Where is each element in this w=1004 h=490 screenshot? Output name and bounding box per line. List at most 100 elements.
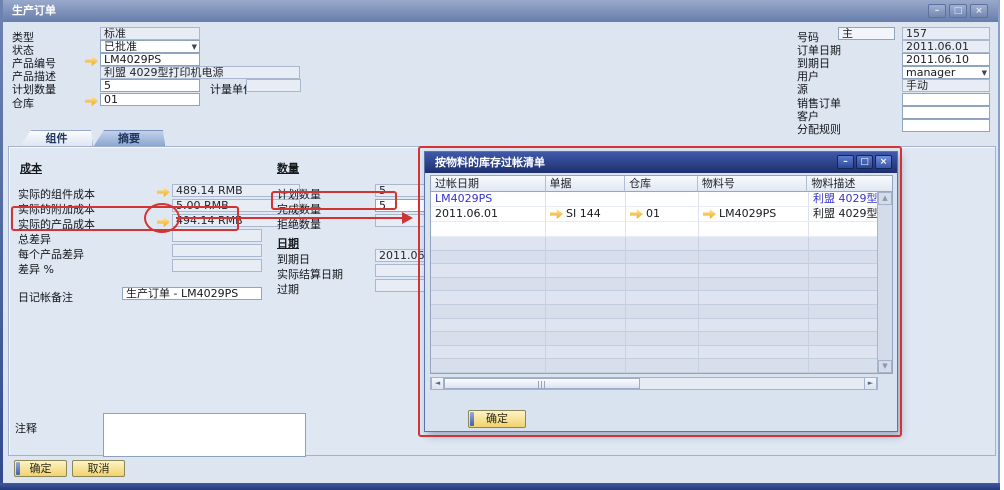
item-no-value: LM4029PS bbox=[719, 207, 776, 221]
due-date2-label: 到期日 bbox=[277, 251, 310, 267]
cell bbox=[431, 305, 546, 319]
minimize-icon[interactable]: – bbox=[928, 4, 946, 18]
cell bbox=[699, 291, 809, 305]
column-header[interactable]: 物料号 bbox=[698, 176, 808, 192]
cell bbox=[431, 332, 546, 346]
cell bbox=[431, 346, 546, 360]
product-no-field[interactable]: LM4029PS bbox=[100, 53, 200, 66]
actual-closing-date-field bbox=[375, 264, 425, 277]
restore-icon[interactable]: □ bbox=[949, 4, 967, 18]
number-value-field: 157 bbox=[902, 27, 990, 40]
total-variance-label: 总差异 bbox=[18, 231, 51, 247]
cell bbox=[809, 359, 879, 373]
cell bbox=[699, 192, 809, 207]
cell bbox=[699, 264, 809, 278]
chevron-down-icon[interactable]: ▼ bbox=[982, 69, 987, 78]
vertical-scrollbar[interactable]: ▲ ▼ bbox=[877, 192, 892, 373]
cell bbox=[546, 291, 626, 305]
due-date-field[interactable]: 2011.06.10 bbox=[902, 53, 990, 66]
table-row bbox=[431, 359, 892, 373]
cell bbox=[626, 291, 699, 305]
scroll-up-icon[interactable]: ▲ bbox=[878, 192, 892, 205]
cell bbox=[431, 291, 546, 305]
cancel-button[interactable]: 取消 bbox=[72, 460, 125, 477]
ok-button[interactable]: 确定 bbox=[14, 460, 67, 477]
link-arrow-icon[interactable] bbox=[703, 209, 716, 219]
total-variance-field bbox=[172, 229, 262, 242]
cell bbox=[431, 237, 546, 251]
horizontal-scrollbar[interactable]: ◄ ► bbox=[430, 377, 878, 390]
warehouse-field[interactable]: 01 bbox=[100, 93, 200, 106]
table-row[interactable] bbox=[431, 222, 892, 237]
due-date2-field: 2011.06.10 bbox=[375, 249, 425, 262]
cell bbox=[546, 237, 626, 251]
thumb-grip bbox=[538, 381, 546, 388]
column-header[interactable]: 仓库 bbox=[625, 176, 698, 192]
cell bbox=[699, 251, 809, 265]
table-row[interactable]: 2011.06.01 SI 144 01 LM4029PS 利盟 4029型打印… bbox=[431, 207, 892, 222]
cost-section-title: 成本 bbox=[20, 160, 42, 176]
cell bbox=[809, 264, 879, 278]
number-series-field[interactable]: 主 bbox=[838, 27, 895, 40]
journal-remark-label: 日记帐备注 bbox=[18, 289, 73, 305]
actual-additional-cost-label: 实际的附加成本 bbox=[18, 201, 95, 217]
chevron-down-icon[interactable]: ▼ bbox=[192, 43, 197, 52]
cell bbox=[546, 319, 626, 333]
scroll-down-icon[interactable]: ▼ bbox=[878, 360, 892, 373]
completed-quantity-field[interactable]: 5 bbox=[375, 199, 425, 212]
scrollbar-thumb[interactable] bbox=[444, 378, 640, 389]
cell bbox=[699, 237, 809, 251]
cell bbox=[699, 319, 809, 333]
source-field: 手动 bbox=[902, 79, 990, 92]
link-arrow-icon[interactable] bbox=[550, 209, 563, 219]
column-header[interactable]: 单据 bbox=[546, 176, 626, 192]
table-row bbox=[431, 319, 892, 333]
table-row bbox=[431, 305, 892, 319]
remarks-textarea[interactable] bbox=[103, 413, 306, 457]
document-cell: SI 144 bbox=[546, 207, 626, 222]
distribution-rule-field[interactable] bbox=[902, 119, 990, 132]
cell bbox=[626, 359, 699, 373]
variance-percent-field bbox=[172, 259, 262, 272]
cell bbox=[546, 359, 626, 373]
cell bbox=[626, 305, 699, 319]
cell bbox=[809, 332, 879, 346]
variance-percent-label: 差异 % bbox=[18, 261, 54, 277]
table-row bbox=[431, 251, 892, 265]
cell bbox=[626, 192, 699, 207]
cell bbox=[626, 264, 699, 278]
link-arrow-icon[interactable] bbox=[630, 209, 643, 219]
item-group-link[interactable]: LM4029PS bbox=[435, 192, 492, 206]
item-desc-cell: 利盟 4029型打印机电源 bbox=[809, 207, 879, 222]
table-row[interactable]: LM4029PS 利盟 4029型打印机电源 bbox=[431, 192, 892, 207]
cell bbox=[546, 305, 626, 319]
dialog-ok-button[interactable]: 确定 bbox=[468, 410, 526, 428]
column-header[interactable]: 物料描述 bbox=[807, 176, 892, 192]
close-icon[interactable]: × bbox=[970, 4, 988, 18]
column-header[interactable]: 过帐日期 bbox=[431, 176, 546, 192]
tab-summary[interactable]: 摘要 bbox=[93, 130, 165, 147]
close-icon[interactable]: × bbox=[875, 155, 892, 169]
planned-qty-field[interactable]: 5 bbox=[100, 79, 200, 92]
scroll-left-icon[interactable]: ◄ bbox=[431, 378, 444, 389]
variance-per-product-field bbox=[172, 244, 262, 257]
distribution-rule-label: 分配规则 bbox=[797, 121, 841, 137]
table-row bbox=[431, 332, 892, 346]
item-no-cell: LM4029PS bbox=[699, 207, 809, 222]
variance-per-product-label: 每个产品差异 bbox=[18, 246, 84, 262]
order-date-field: 2011.06.01 bbox=[902, 40, 990, 53]
table-row bbox=[431, 264, 892, 278]
overdue-field bbox=[375, 279, 425, 292]
minimize-icon[interactable]: – bbox=[837, 155, 854, 169]
tab-components[interactable]: 组件 bbox=[20, 130, 93, 147]
user-dropdown[interactable]: manager ▼ bbox=[902, 66, 990, 79]
sales-order-field[interactable] bbox=[902, 93, 990, 106]
customer-field[interactable] bbox=[902, 106, 990, 119]
journal-remark-field[interactable]: 生产订单 - LM4029PS bbox=[122, 287, 262, 300]
scroll-right-icon[interactable]: ► bbox=[864, 378, 877, 389]
cell bbox=[626, 278, 699, 292]
status-dropdown[interactable]: 已批准 ▼ bbox=[100, 40, 200, 53]
user-value: manager bbox=[906, 66, 955, 79]
rejected-quantity-label: 拒绝数量 bbox=[277, 216, 321, 232]
maximize-icon[interactable]: □ bbox=[856, 155, 873, 169]
